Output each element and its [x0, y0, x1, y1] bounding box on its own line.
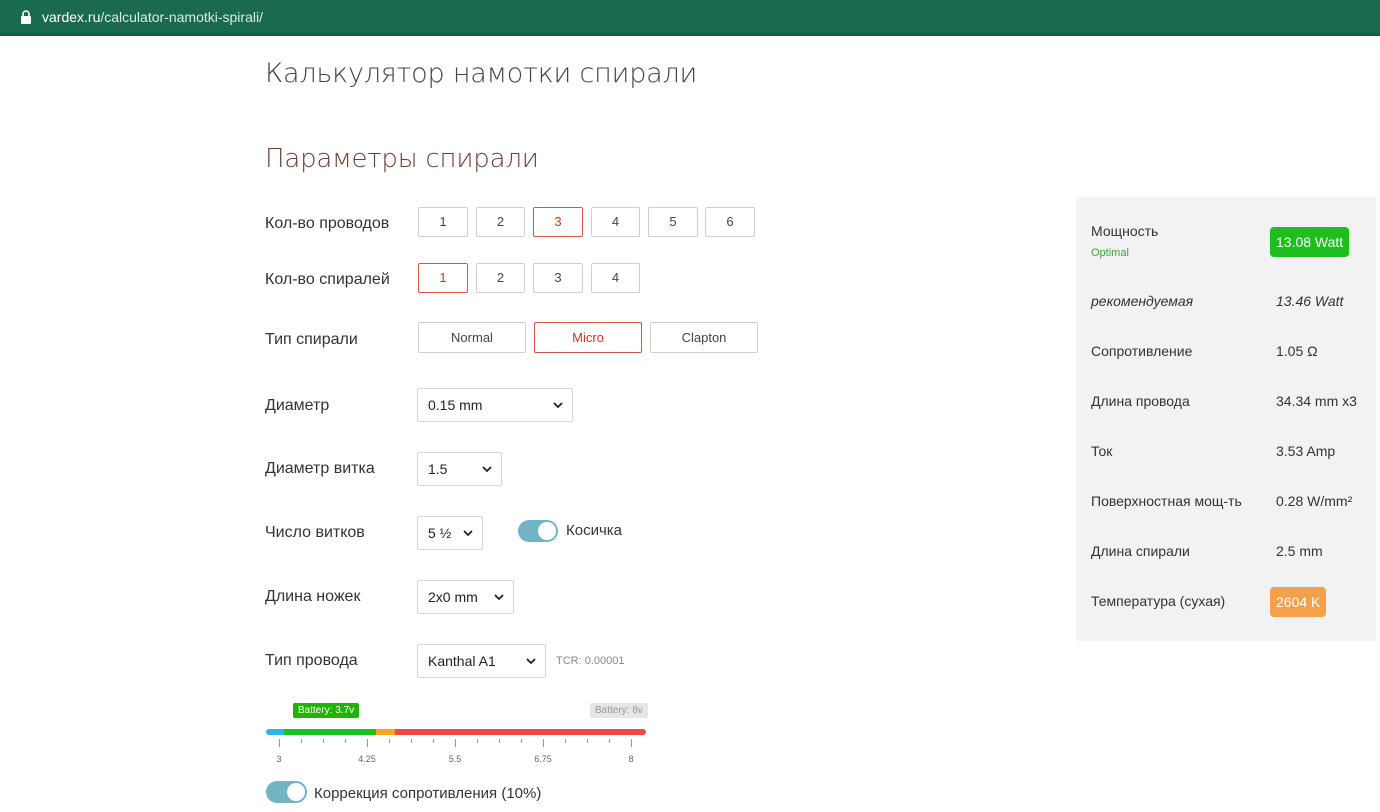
surface-power-label: Поверхностная мощ-ть — [1091, 493, 1242, 509]
coil-length-value: 2.5 mm — [1276, 543, 1323, 559]
results-panel: Мощность Optimal 13.08 Watt рекомендуема… — [1076, 197, 1376, 641]
url-path: /calculator-namotki-spirali/ — [100, 9, 263, 25]
diameter-label: Диаметр — [265, 397, 330, 414]
wires-option-2[interactable]: 2 — [476, 207, 525, 237]
scale-tick-label: 5.5 — [448, 754, 462, 764]
battery-max-tag[interactable]: Battery: 8v — [590, 703, 648, 718]
braid-toggle[interactable] — [518, 520, 558, 542]
section-title: Параметры спирали — [265, 144, 539, 174]
braid-label: Косичка — [566, 522, 623, 539]
browser-address-bar[interactable]: vardex.ru/calculator-namotki-spirali/ — [0, 0, 1380, 36]
scale-tick — [455, 739, 456, 747]
toggle-knob — [287, 783, 305, 801]
chevron-down-icon — [482, 466, 492, 473]
resistance-value: 1.05 Ω — [1276, 343, 1318, 359]
scale-tick — [279, 739, 280, 747]
legs-value: 2x0 mm — [428, 589, 478, 605]
scale-tick — [631, 739, 632, 747]
battery-range-warning[interactable] — [376, 729, 395, 735]
inner-diameter-value: 1.5 — [428, 461, 448, 477]
scale-tick — [477, 739, 478, 743]
wire-type-value: Kanthal A1 — [428, 653, 496, 669]
wire-length-label: Длина провода — [1091, 393, 1190, 409]
scale-tick-label: 3 — [276, 754, 282, 764]
surface-power-value: 0.28 W/mm² — [1276, 493, 1353, 509]
wire-type-select[interactable]: Kanthal A1 — [417, 644, 546, 678]
coils-option-3[interactable]: 3 — [533, 263, 583, 293]
scale-tick — [367, 739, 368, 747]
tcr-text: TCR: 0.00001 — [556, 655, 625, 667]
temperature-label: Температура (сухая) — [1091, 593, 1226, 609]
wires-option-3[interactable]: 3 — [533, 207, 583, 237]
scale-tick — [323, 739, 324, 743]
power-badge: 13.08 Watt — [1270, 227, 1350, 257]
scale-tick — [411, 739, 412, 743]
scale-tick — [433, 739, 434, 743]
wires-label: Кол-во проводов — [265, 215, 390, 232]
diameter-value: 0.15 mm — [428, 397, 483, 413]
inner-diameter-select[interactable]: 1.5 — [417, 452, 502, 486]
scale-tick — [301, 739, 302, 743]
coil-type-micro[interactable]: Micro — [534, 322, 642, 353]
coils-option-2[interactable]: 2 — [476, 263, 525, 293]
scale-tick — [389, 739, 390, 743]
battery-range-high[interactable] — [395, 729, 646, 735]
power-label: Мощность — [1091, 223, 1159, 239]
battery-min-tag[interactable]: Battery: 3.7v — [293, 703, 360, 718]
current-label: Ток — [1091, 443, 1113, 459]
chevron-down-icon — [526, 658, 536, 665]
correction-toggle[interactable] — [266, 781, 307, 803]
chevron-down-icon — [553, 402, 563, 409]
wraps-value: 5 ½ — [428, 525, 452, 541]
scale-tick-label: 6.75 — [534, 754, 552, 764]
toggle-knob — [538, 522, 556, 540]
recommended-label: рекомендуемая — [1091, 293, 1194, 309]
scale-tick-label: 8 — [628, 754, 634, 764]
scale-tick-label: 4.25 — [358, 754, 376, 764]
legs-select[interactable]: 2x0 mm — [417, 580, 514, 614]
resistance-label: Сопротивление — [1091, 343, 1193, 359]
current-value: 3.53 Amp — [1276, 443, 1336, 459]
power-status: Optimal — [1091, 247, 1129, 259]
coil-type-label: Тип спирали — [265, 331, 358, 348]
chevron-down-icon — [463, 530, 473, 537]
url-text: vardex.ru/calculator-namotki-spirali/ — [42, 9, 263, 25]
battery-range-low[interactable] — [266, 729, 284, 735]
recommended-value: 13.46 Watt — [1276, 293, 1344, 309]
coil-type-clapton[interactable]: Clapton — [650, 322, 758, 353]
coils-option-4[interactable]: 4 — [591, 263, 640, 293]
diameter-select[interactable]: 0.15 mm — [417, 388, 573, 422]
chevron-down-icon — [494, 594, 504, 601]
battery-range-optimal[interactable] — [284, 729, 376, 735]
coil-type-normal[interactable]: Normal — [418, 322, 526, 353]
coils-label: Кол-во спиралей — [265, 271, 390, 288]
scale-tick — [521, 739, 522, 743]
coil-length-label: Длина спирали — [1091, 543, 1190, 559]
correction-label: Коррекция сопротивления (10%) — [314, 785, 542, 802]
page-title: Калькулятор намотки спирали — [265, 58, 698, 89]
lock-icon — [21, 10, 31, 24]
wires-option-4[interactable]: 4 — [591, 207, 640, 237]
scale-tick — [587, 739, 588, 743]
wraps-select[interactable]: 5 ½ — [417, 516, 483, 550]
coils-option-1[interactable]: 1 — [418, 263, 468, 293]
scale-tick — [543, 739, 544, 747]
wire-type-label: Тип провода — [265, 652, 358, 669]
scale-tick — [609, 739, 610, 743]
inner-diameter-label: Диаметр витка — [265, 460, 375, 477]
url-domain: vardex.ru — [42, 9, 101, 25]
wire-length-value: 34.34 mm x3 — [1276, 393, 1357, 409]
temperature-badge: 2604 K — [1270, 587, 1327, 617]
wires-option-6[interactable]: 6 — [705, 207, 755, 237]
wires-option-5[interactable]: 5 — [648, 207, 698, 237]
wires-option-1[interactable]: 1 — [418, 207, 468, 237]
legs-label: Длина ножек — [265, 588, 361, 605]
scale-tick — [565, 739, 566, 743]
scale-tick — [499, 739, 500, 743]
scale-tick — [345, 739, 346, 743]
wraps-label: Число витков — [265, 524, 365, 541]
